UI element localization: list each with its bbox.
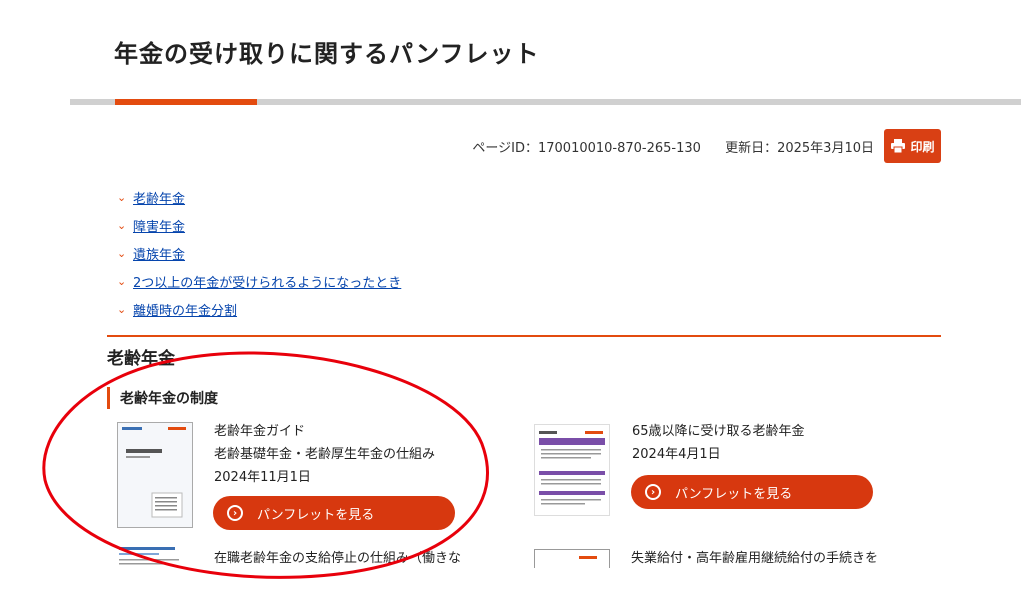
title-divider-accent <box>115 99 257 105</box>
subsection-heading: 老齢年金の制度 <box>107 387 218 409</box>
print-label: 印刷 <box>910 139 935 154</box>
pamphlet-thumbnail[interactable] <box>117 422 193 528</box>
chevron-down-icon: ⌄ <box>117 302 127 316</box>
section-title: 老齢年金 <box>107 349 175 369</box>
pamphlet-title: 在職老齢年金の支給停止の仕組み（働きな <box>214 551 462 566</box>
pamphlet-cover-image <box>118 423 192 527</box>
print-button[interactable]: 印刷 <box>884 129 941 163</box>
page-title: 年金の受け取りに関するパンフレット <box>114 40 540 68</box>
updated-value: 2025年3月10日 <box>777 141 874 156</box>
view-pamphlet-button[interactable]: › パンフレットを見る <box>631 475 873 509</box>
pamphlet-cover-image <box>579 556 597 559</box>
page-id-label: ページID： <box>472 141 538 156</box>
chevron-right-icon: › <box>645 484 661 500</box>
pamphlet-title: 老齢年金ガイド <box>214 424 306 439</box>
pamphlet-info: 老齢年金ガイド 老齢基礎年金・老齢厚生年金の仕組み 2024年11月1日 <box>214 420 435 489</box>
pamphlet-info: 失業給付・高年齢雇用継続給付の手続きを <box>631 547 878 570</box>
pamphlet-thumbnail[interactable] <box>117 545 191 567</box>
pamphlet-date: 2024年4月1日 <box>632 447 721 462</box>
chevron-right-icon: › <box>227 505 243 521</box>
anchor-link-multiple[interactable]: 2つ以上の年金が受けられるようになったとき <box>133 272 401 291</box>
anchor-nav: ⌄ 老齢年金 ⌄ 障害年金 ⌄ 遺族年金 ⌄ 2つ以上の年金が受けられるようになったとき… <box>117 183 401 323</box>
pamphlet-thumbnail[interactable] <box>534 549 610 568</box>
anchor-link-divorce[interactable]: 離婚時の年金分割 <box>133 300 237 319</box>
view-pamphlet-label: パンフレットを見る <box>257 507 375 523</box>
pamphlet-title: 失業給付・高年齢雇用継続給付の手続きを <box>631 551 879 566</box>
view-pamphlet-button[interactable]: › パンフレットを見る <box>213 496 455 530</box>
anchor-item: ⌄ 遺族年金 <box>117 239 401 267</box>
chevron-down-icon: ⌄ <box>117 190 127 204</box>
chevron-down-icon: ⌄ <box>117 218 127 232</box>
pamphlet-thumbnail[interactable] <box>534 424 610 516</box>
pamphlet-cover-image <box>119 547 179 565</box>
anchor-item: ⌄ 離婚時の年金分割 <box>117 295 401 323</box>
pamphlet-date: 2024年11月1日 <box>214 470 311 485</box>
page-meta: ページID：170010010-870-265-130 更新日：2025年3月1… <box>466 137 874 156</box>
anchor-item: ⌄ 2つ以上の年金が受けられるようになったとき <box>117 267 401 295</box>
anchor-link-rorei[interactable]: 老齢年金 <box>133 188 185 207</box>
chevron-down-icon: ⌄ <box>117 274 127 288</box>
updated-label: 更新日： <box>725 141 778 156</box>
pamphlet-title: 65歳以降に受け取る老齢年金 <box>632 424 805 439</box>
pamphlet-subtitle: 老齢基礎年金・老齢厚生年金の仕組み <box>214 447 436 462</box>
chevron-down-icon: ⌄ <box>117 246 127 260</box>
view-pamphlet-label: パンフレットを見る <box>675 486 793 502</box>
anchor-item: ⌄ 老齢年金 <box>117 183 401 211</box>
pamphlet-info: 65歳以降に受け取る老齢年金 2024年4月1日 <box>632 420 805 466</box>
section-divider <box>107 335 941 337</box>
anchor-link-shogai[interactable]: 障害年金 <box>133 216 185 235</box>
pamphlet-info: 在職老齢年金の支給停止の仕組み（働きな <box>214 547 461 570</box>
anchor-item: ⌄ 障害年金 <box>117 211 401 239</box>
page-id-value: 170010010-870-265-130 <box>537 141 701 156</box>
pamphlet-cover-image <box>535 425 609 515</box>
printer-icon <box>891 139 906 153</box>
anchor-link-izoku[interactable]: 遺族年金 <box>133 244 185 263</box>
